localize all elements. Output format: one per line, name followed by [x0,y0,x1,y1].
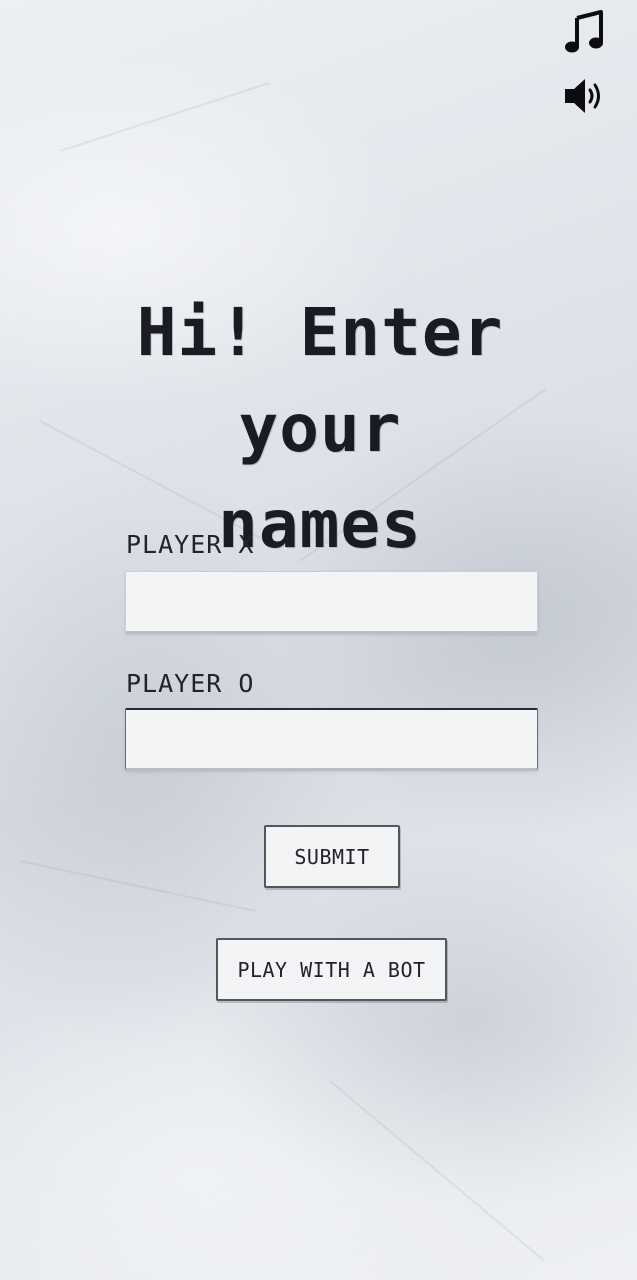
page-title: Hi! Enter your names [40,285,600,573]
submit-button[interactable]: SUBMIT [264,825,400,888]
speaker-volume-icon[interactable] [561,72,609,120]
background-crease [59,82,270,152]
player-x-input[interactable] [125,571,538,634]
background-crease [19,860,255,912]
title-line-1: Hi! Enter your [136,294,504,467]
player-o-input[interactable] [125,708,538,771]
background-crease [329,1080,546,1262]
play-with-bot-button[interactable]: PLAY WITH A BOT [216,938,447,1001]
player-o-label: PLAYER O [126,669,255,698]
music-note-icon[interactable] [561,8,609,56]
player-x-label: PLAYER X [126,530,255,559]
